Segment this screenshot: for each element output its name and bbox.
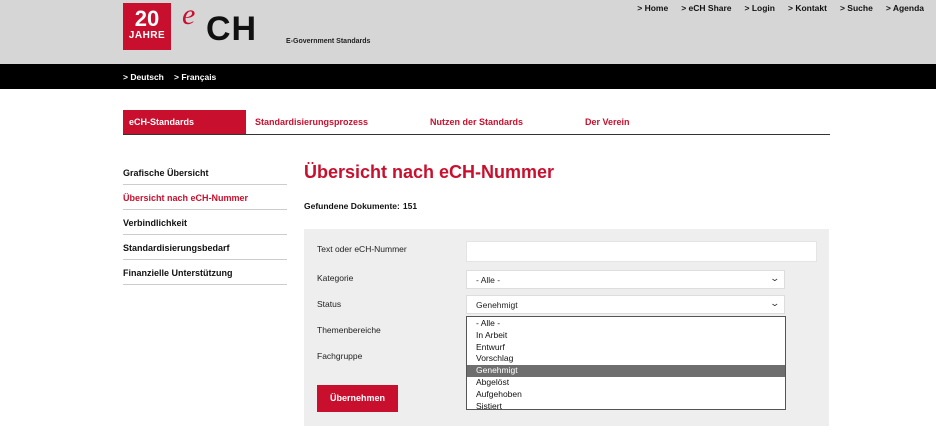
logo-subtitle: E-Government Standards [286, 38, 371, 45]
nav-login[interactable]: > Login [745, 3, 775, 13]
submit-button[interactable]: Übernehmen [317, 385, 398, 412]
logo-years: JAHRE [128, 30, 166, 41]
themenbereiche-label: Themenbereiche [317, 325, 381, 335]
tab-nutzen-der-standards[interactable]: Nutzen der Standards [430, 110, 523, 134]
lang-francais[interactable]: > Français [174, 72, 216, 82]
count-label: Gefundene Dokumente: [304, 201, 400, 211]
status-value: Genehmigt [476, 300, 518, 310]
lang-deutsch[interactable]: > Deutsch [123, 72, 164, 82]
logo-number: 20 [134, 6, 160, 31]
document-count: Gefundene Dokumente: 151 [304, 201, 417, 211]
status-select[interactable]: Genehmigt ⌄ [466, 295, 785, 314]
sidebar-item-standardisierungsbedarf[interactable]: Standardisierungsbedarf [123, 235, 287, 260]
status-dropdown-list: - Alle - In Arbeit Entwurf Vorschlag Gen… [466, 316, 786, 413]
fachgruppe-label: Fachgruppe [317, 351, 363, 361]
nav-kontakt[interactable]: > Kontakt [788, 3, 827, 13]
status-label: Status [317, 299, 342, 309]
status-option-entwurf[interactable]: Entwurf [467, 342, 785, 354]
status-option-sistiert[interactable]: Sistiert [467, 401, 785, 413]
status-option-abgeloest[interactable]: Abgelöst [467, 377, 785, 389]
chevron-down-icon: ⌄ [769, 273, 781, 283]
nav-suche[interactable]: > Suche [840, 3, 873, 13]
status-option-vorschlag[interactable]: Vorschlag [467, 353, 785, 365]
sidebar-item-verbindlichkeit[interactable]: Verbindlichkeit [123, 210, 287, 235]
nav-agenda[interactable]: > Agenda [886, 3, 924, 13]
nav-home[interactable]: > Home [637, 3, 668, 13]
site-header: 20 JAHRE e CH E-Government Standards > H… [0, 0, 936, 64]
text-search-label: Text oder eCH-Nummer [317, 244, 407, 254]
sidebar-item-grafische-uebersicht[interactable]: Grafische Übersicht [123, 160, 287, 185]
kategorie-label: Kategorie [317, 273, 354, 283]
nav-ech-share[interactable]: > eCH Share [681, 3, 731, 13]
sidebar-item-uebersicht-nach-nummer[interactable]: Übersicht nach eCH-Nummer [123, 185, 287, 210]
text-search-input[interactable] [466, 241, 817, 262]
status-option-in-arbeit[interactable]: In Arbeit [467, 330, 785, 342]
tab-standardisierungsprozess[interactable]: Standardisierungsprozess [255, 110, 368, 134]
sidebar-item-finanzielle-unterstuetzung[interactable]: Finanzielle Unterstützung [123, 260, 287, 285]
chevron-down-icon: ⌄ [769, 298, 781, 308]
top-navigation: > Home > eCH Share > Login > Kontakt > S… [637, 3, 924, 13]
kategorie-select[interactable]: - Alle - ⌄ [466, 270, 785, 289]
sidebar: Grafische Übersicht Übersicht nach eCH-N… [123, 160, 287, 285]
kategorie-value: - Alle - [476, 275, 501, 285]
page-title: Übersicht nach eCH-Nummer [304, 162, 555, 182]
status-option-genehmigt[interactable]: Genehmigt [467, 365, 785, 377]
count-value: 151 [402, 201, 418, 211]
logo-e-letter[interactable]: e [182, 0, 195, 32]
anniversary-logo[interactable]: 20 JAHRE [123, 3, 171, 50]
language-bar: > Deutsch > Français [0, 64, 936, 89]
tab-ech-standards[interactable]: eCH-Standards [123, 110, 246, 134]
status-option-alle[interactable]: - Alle - [467, 318, 785, 330]
tab-der-verein[interactable]: Der Verein [585, 110, 630, 134]
logo-ch-letters[interactable]: CH [206, 10, 257, 49]
status-option-aufgehoben[interactable]: Aufgehoben [467, 389, 785, 401]
main-tabs: eCH-Standards Standardisierungsprozess N… [123, 110, 830, 135]
